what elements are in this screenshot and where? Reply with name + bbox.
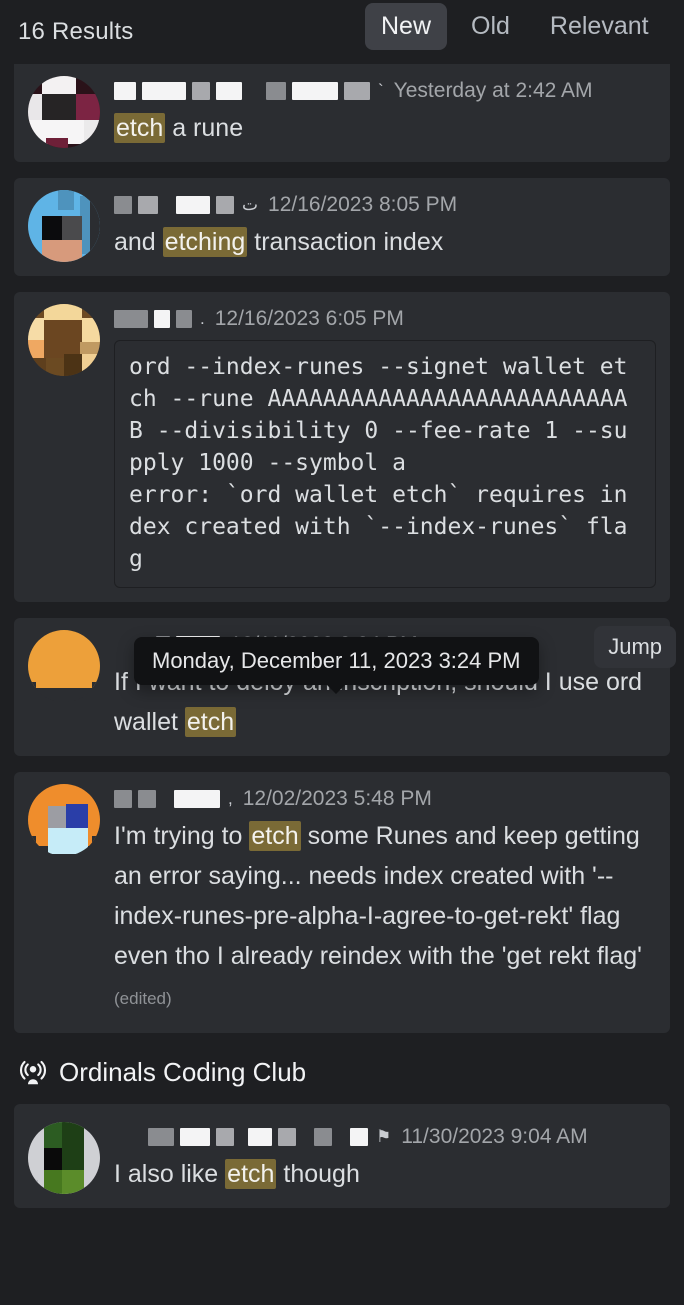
message-text: I'm trying to etch some Runes and keep g… [114,816,656,1019]
search-highlight: etch [114,113,166,143]
redacted-username [266,82,286,100]
message-timestamp: 12/02/2023 5:48 PM [242,787,432,810]
message-text-after: though [276,1160,360,1188]
message-text-before: and [114,228,163,256]
message-text: and etching transaction index [114,222,656,262]
redacted-username [138,196,158,214]
redacted-username [278,1128,296,1146]
avatar[interactable] [28,784,100,856]
search-highlight: etching [162,227,248,257]
search-result-item[interactable]: ` Yesterday at 2:42 AM etch a rune [14,64,670,162]
redacted-username [154,310,170,328]
redacted-username [216,196,234,214]
avatar[interactable] [28,630,100,702]
redacted-username [114,82,136,100]
tab-old[interactable]: Old [455,3,526,50]
edited-label: (edited) [114,989,172,1008]
redacted-username [176,310,192,328]
search-highlight: etch [249,821,301,851]
message-timestamp: Yesterday at 2:42 AM [393,79,593,102]
server-group-title: Ordinals Coding Club [59,1057,307,1087]
search-results-panel: 16 Results New Old Relevant ` Yesterday … [0,0,684,1305]
avatar[interactable] [28,190,100,262]
flag-icon: ⚑ [376,1127,392,1146]
message-text: etch a rune [114,108,656,148]
avatar[interactable] [28,76,100,148]
message-text-after: a rune [165,114,244,142]
message-timestamp: 11/30/2023 9:04 AM [401,1125,588,1148]
apostrophe-glyph: ` [378,81,384,100]
redacted-username [176,196,210,214]
redacted-username [350,1128,368,1146]
redacted-username [174,790,220,808]
smiley-glyph: ت [242,195,259,214]
results-count: 16 Results [18,18,134,45]
avatar[interactable] [28,1122,100,1194]
tab-relevant[interactable]: Relevant [534,3,665,50]
search-header: 16 Results New Old Relevant [0,0,684,64]
redacted-username [114,310,148,328]
comma-glyph: , [228,789,233,808]
redacted-username [142,82,186,100]
search-result-item[interactable]: ⚑ 11/30/2023 9:04 AM I also like etch th… [14,1104,670,1208]
search-result-item[interactable]: ت 12/16/2023 8:05 PM and etching transac… [14,178,670,276]
redacted-username [138,790,156,808]
redacted-username [248,1128,272,1146]
period-glyph: . [200,309,205,328]
code-block: ord --index-runes --signet wallet etch -… [114,340,656,588]
message-header: , 12/02/2023 5:48 PM [114,786,656,812]
search-result-item[interactable]: . 12/16/2023 6:05 PM ord --index-runes -… [14,292,670,602]
search-highlight: etch [225,1159,277,1189]
message-header: ت 12/16/2023 8:05 PM [114,192,656,218]
message-header: . 12/16/2023 6:05 PM [114,306,656,332]
message-timestamp: 12/16/2023 6:05 PM [214,307,404,330]
tab-new[interactable]: New [365,3,448,50]
timestamp-tooltip: Monday, December 11, 2023 3:24 PM [134,637,539,694]
redacted-username [114,790,132,808]
search-result-item[interactable]: , 12/02/2023 5:48 PM I'm trying to etch … [14,772,670,1033]
redacted-username [292,82,338,100]
redacted-username [192,82,210,100]
avatar[interactable] [28,304,100,376]
redacted-username [180,1128,210,1146]
message-header: ⚑ 11/30/2023 9:04 AM [114,1124,656,1150]
redacted-username [216,1128,234,1146]
message-text: I also like etch though [114,1154,656,1194]
redacted-username [114,196,132,214]
redacted-username [344,82,370,100]
search-highlight: etch [184,707,237,737]
message-text-after: transaction index [247,228,444,256]
redacted-username [148,1128,174,1146]
server-group-header: Ordinals Coding Club [18,1057,684,1088]
jump-button[interactable]: Jump [594,626,676,668]
megaphone-icon [18,1058,48,1088]
redacted-username [216,82,242,100]
message-text-before: I'm trying to [114,822,250,850]
redacted-username [314,1128,332,1146]
message-header: ` Yesterday at 2:42 AM [114,78,656,104]
message-text-before: I also like [114,1160,226,1188]
sort-tabs: New Old Relevant [365,3,665,50]
message-timestamp: 12/16/2023 8:05 PM [268,193,458,216]
